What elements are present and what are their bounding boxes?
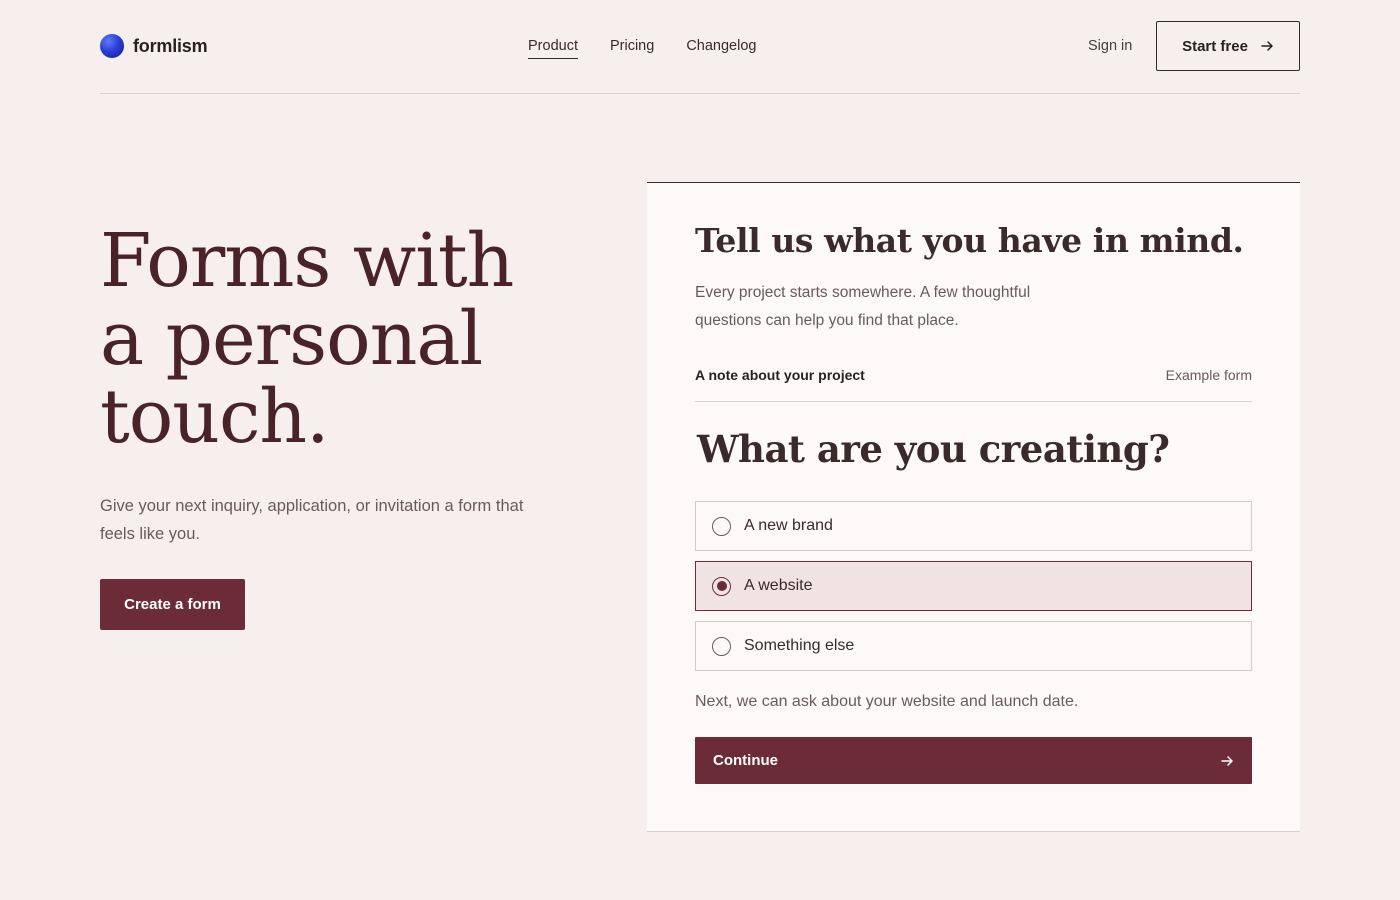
option-new-brand[interactable]: A new brand [695, 501, 1252, 551]
note-label: A note about your project [695, 367, 865, 383]
example-form-tag: Example form [1165, 367, 1252, 383]
example-form-card: Tell us what you have in mind. Every pro… [647, 182, 1300, 832]
logo-orb-icon [100, 34, 124, 58]
radio-button-selected[interactable] [712, 576, 731, 596]
option-website[interactable]: A website [695, 561, 1252, 611]
radio-button[interactable] [712, 636, 731, 656]
hero-title-line: Forms with [100, 218, 514, 304]
hero-title: Forms with a personal touch. [100, 222, 600, 456]
option-something-else[interactable]: Something else [695, 621, 1252, 671]
hero-title-line: touch. [100, 374, 330, 460]
hero-subtitle: Give your next inquiry, application, or … [100, 497, 524, 543]
brand-logo[interactable]: formlism [100, 34, 208, 58]
nav-item-product[interactable]: Product [528, 38, 578, 59]
form-note-row: A note about your project Example form [695, 367, 1252, 402]
next-step-hint: Next, we can ask about your website and … [695, 693, 1079, 710]
question-heading: What are you creating? [697, 427, 1170, 471]
sign-in-link[interactable]: Sign in [1088, 38, 1132, 54]
hero-title-line: a personal [100, 296, 483, 382]
option-label: A website [744, 577, 813, 594]
arrow-right-icon [1261, 41, 1273, 51]
main-nav: Product Pricing Changelog [528, 38, 756, 59]
card-title: Tell us what you have in mind. [695, 221, 1244, 260]
option-label: A new brand [744, 517, 833, 534]
start-free-label: Start free [1182, 37, 1248, 55]
option-label: Something else [744, 637, 855, 654]
brand-name: formlism [133, 35, 208, 56]
start-free-button[interactable]: Start free [1156, 21, 1300, 71]
card-description: Every project starts somewhere. A few th… [695, 284, 1031, 329]
radio-dot-icon [716, 581, 727, 591]
create-form-button[interactable]: Create a form [100, 579, 245, 630]
nav-item-changelog[interactable]: Changelog [686, 38, 756, 59]
continue-label: Continue [713, 752, 778, 769]
nav-item-pricing[interactable]: Pricing [610, 38, 654, 59]
arrow-right-icon [1221, 755, 1233, 766]
continue-button[interactable]: Continue [695, 737, 1252, 784]
radio-button[interactable] [712, 516, 731, 536]
site-header: formlism Product Pricing Changelog Sign … [100, 0, 1300, 94]
